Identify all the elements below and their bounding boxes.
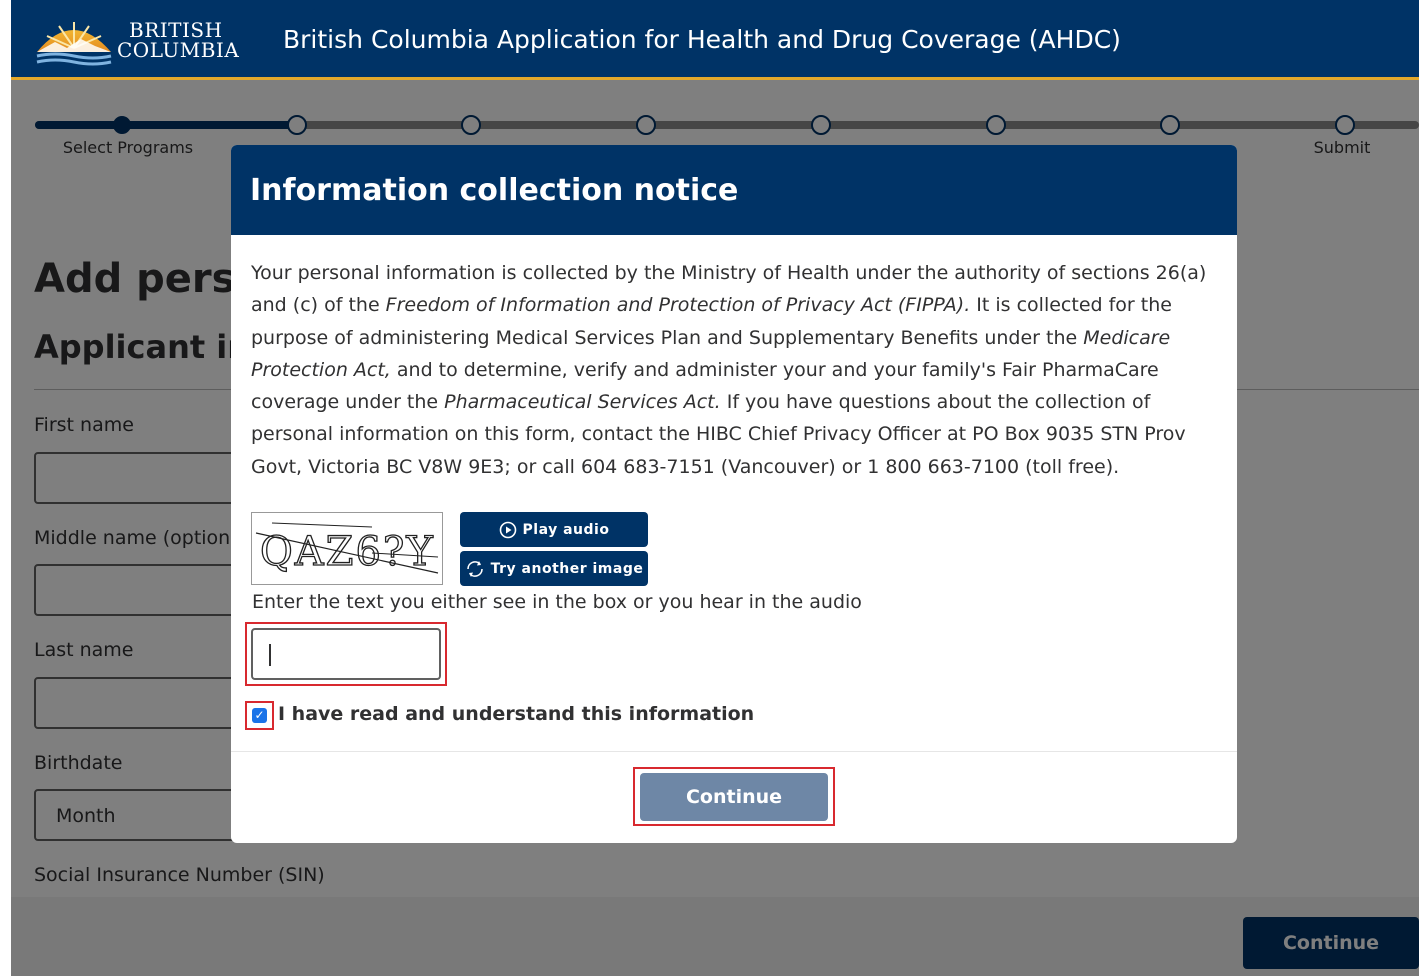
app-header: BRITISH COLUMBIA British Columbia Applic… bbox=[11, 0, 1419, 80]
captcha-graphic: QAZ6?Y bbox=[255, 522, 439, 576]
acknowledge-checkbox-highlight: ✓ bbox=[245, 701, 274, 730]
logo-line-1: BRITISH bbox=[129, 18, 223, 42]
captcha-input[interactable] bbox=[251, 628, 441, 680]
app-title: British Columbia Application for Health … bbox=[283, 25, 1121, 54]
bc-logo-text: BRITISH COLUMBIA bbox=[117, 20, 239, 60]
modal-footer-divider bbox=[231, 751, 1237, 752]
captcha-input-highlight bbox=[245, 622, 447, 686]
try-another-image-label: Try another image bbox=[490, 560, 644, 577]
modal-title: Information collection notice bbox=[250, 173, 739, 208]
try-another-image-button[interactable]: Try another image bbox=[460, 551, 648, 586]
play-circle-icon bbox=[499, 521, 516, 538]
refresh-icon bbox=[466, 560, 483, 577]
collection-notice-text: Your personal information is collected b… bbox=[251, 257, 1223, 483]
captcha-image: QAZ6?Y bbox=[251, 512, 443, 585]
information-collection-modal: Information collection notice Your perso… bbox=[231, 145, 1237, 843]
logo-line-2: COLUMBIA bbox=[117, 38, 240, 62]
modal-header: Information collection notice bbox=[231, 145, 1237, 235]
captcha-text: QAZ6?Y bbox=[260, 529, 435, 575]
modal-continue-button[interactable]: Continue bbox=[640, 773, 828, 821]
notice-act-pharmaceutical: Pharmaceutical Services Act. bbox=[444, 391, 721, 414]
play-audio-label: Play audio bbox=[522, 521, 610, 538]
modal-continue-highlight: Continue bbox=[633, 767, 835, 826]
acknowledge-checkbox-label[interactable]: I have read and understand this informat… bbox=[278, 703, 754, 725]
text-caret bbox=[269, 644, 271, 666]
notice-act-fippa: Freedom of Information and Protection of… bbox=[385, 294, 971, 317]
captcha-hint: Enter the text you either see in the box… bbox=[252, 591, 862, 613]
play-audio-button[interactable]: Play audio bbox=[460, 512, 648, 547]
acknowledge-checkbox[interactable]: ✓ bbox=[252, 708, 267, 723]
